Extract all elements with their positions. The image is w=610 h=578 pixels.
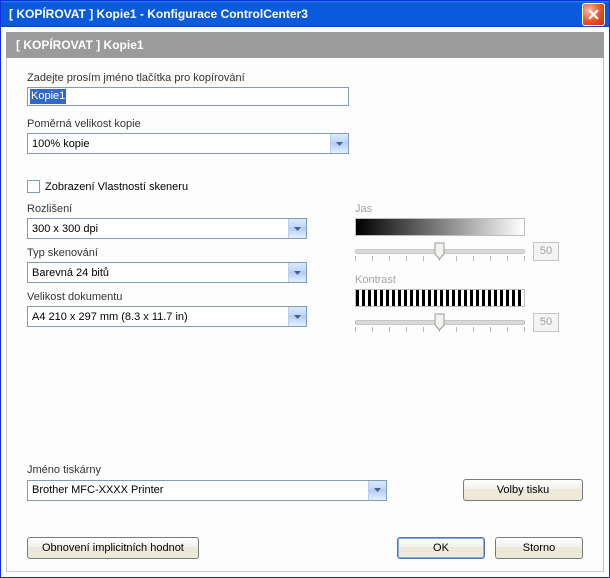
docsize-label: Velikost dokumentu <box>27 291 307 303</box>
ratio-label: Poměrná velikost kopie <box>27 118 583 130</box>
name-input-value: Kopie1 <box>30 89 66 104</box>
printer-label: Jméno tiskárny <box>27 464 583 476</box>
contrast-preview <box>355 289 525 307</box>
cancel-button[interactable]: Storno <box>495 537 583 559</box>
titlebar[interactable]: [ KOPÍROVAT ] Kopie1 - Konfigurace Contr… <box>1 1 609 27</box>
brightness-value: 50 <box>533 242 559 261</box>
contrast-slider[interactable] <box>355 311 525 333</box>
print-options-button[interactable]: Volby tisku <box>463 479 583 501</box>
docsize-value: A4 210 x 297 mm (8.3 x 11.7 in) <box>28 311 288 323</box>
restore-defaults-button[interactable]: Obnovení implicitních hodnot <box>27 537 199 559</box>
chevron-down-icon <box>288 263 306 282</box>
show-scanner-props-checkbox[interactable]: Zobrazení Vlastností skeneru <box>27 180 583 193</box>
dialog-window: [ KOPÍROVAT ] Kopie1 - Konfigurace Contr… <box>0 0 610 578</box>
resolution-label: Rozlišení <box>27 203 307 215</box>
ok-button[interactable]: OK <box>397 537 485 559</box>
contrast-value: 50 <box>533 313 559 332</box>
window-title: [ KOPÍROVAT ] Kopie1 - Konfigurace Contr… <box>9 7 582 21</box>
scantype-value: Barevná 24 bitů <box>28 267 288 279</box>
brightness-preview <box>355 218 525 236</box>
resolution-select[interactable]: 300 x 300 dpi <box>27 218 307 239</box>
ratio-select[interactable]: 100% kopie <box>27 133 349 154</box>
scantype-label: Typ skenování <box>27 247 307 259</box>
resolution-value: 300 x 300 dpi <box>28 223 288 235</box>
image-adjust-column: Jas 50 Kontrast <box>355 203 583 333</box>
footer: Jméno tiskárny Brother MFC-XXXX Printer … <box>27 464 583 559</box>
brightness-label: Jas <box>355 203 583 215</box>
scan-settings-column: Rozlišení 300 x 300 dpi Typ skenování Ba… <box>27 203 307 333</box>
printer-select[interactable]: Brother MFC-XXXX Printer <box>27 480 387 501</box>
name-label: Zadejte prosím jméno tlačítka pro kopíro… <box>27 72 583 84</box>
chevron-down-icon <box>288 307 306 326</box>
close-button[interactable] <box>582 3 605 26</box>
docsize-select[interactable]: A4 210 x 297 mm (8.3 x 11.7 in) <box>27 306 307 327</box>
slider-thumb-icon <box>434 313 445 331</box>
chevron-down-icon <box>288 219 306 238</box>
close-icon <box>588 9 599 20</box>
slider-thumb-icon <box>434 242 445 260</box>
checkbox-icon <box>27 180 40 193</box>
content-area: Zadejte prosím jméno tlačítka pro kopíro… <box>6 58 604 572</box>
name-input[interactable]: Kopie1 <box>27 87 349 106</box>
chevron-down-icon <box>330 134 348 153</box>
scantype-select[interactable]: Barevná 24 bitů <box>27 262 307 283</box>
chevron-down-icon <box>368 481 386 500</box>
printer-value: Brother MFC-XXXX Printer <box>28 484 368 496</box>
show-scanner-props-label: Zobrazení Vlastností skeneru <box>45 181 188 193</box>
section-header: [ KOPÍROVAT ] Kopie1 <box>6 32 604 58</box>
brightness-slider[interactable] <box>355 240 525 262</box>
ratio-value: 100% kopie <box>28 138 330 150</box>
contrast-label: Kontrast <box>355 274 583 286</box>
